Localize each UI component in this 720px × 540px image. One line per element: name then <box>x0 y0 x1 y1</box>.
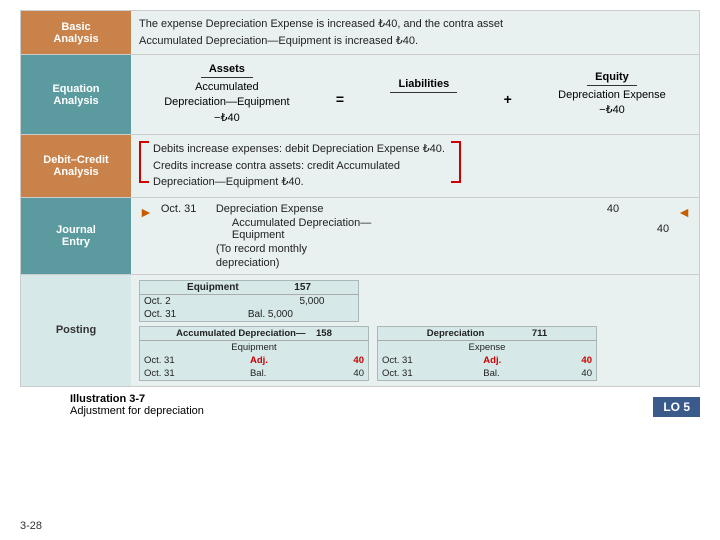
journal-credit-row: Accumulated Depreciation— Equipment 40 <box>157 216 673 242</box>
journal-note2: depreciation) <box>212 256 412 270</box>
equip-date-1: Oct. 2 <box>140 294 244 308</box>
journal-table: Oct. 31 Depreciation Expense 40 Accumula… <box>157 202 673 270</box>
right-arrow-icon: ◄ <box>677 204 691 220</box>
accum-dep-table: Accumulated Depreciation— 158 Equipment … <box>139 326 369 381</box>
journal-entry-label: Journal Entry <box>21 198 131 274</box>
debit-credit-content: Debits increase expenses: debit Deprecia… <box>131 135 699 197</box>
basic-analysis-content: The expense Depreciation Expense is incr… <box>131 11 699 54</box>
debit-credit-text: Debits increase expenses: debit Deprecia… <box>153 141 445 191</box>
dep-expense-table: Depreciation 711 Expense Oct. 31 Adj. <box>377 326 597 381</box>
accum-dep-subtitle: Equipment <box>140 340 369 354</box>
journal-entry-inner: ► Oct. 31 Depreciation Expense 40 Accumu… <box>139 202 691 270</box>
dep-exp-adj-label: Adj. <box>479 354 547 367</box>
accum-dep-adj-amt: 40 <box>317 354 369 367</box>
accum-dep-title: Accumulated Depreciation— 158 <box>140 326 369 340</box>
equation-analysis-label: Equation Analysis <box>21 55 131 134</box>
equipment-title: Equipment 157 <box>140 280 359 294</box>
journal-debit-row: Oct. 31 Depreciation Expense 40 <box>157 202 673 216</box>
dep-exp-adj-amt: 40 <box>547 354 597 367</box>
dep-expense-subtitle: Expense <box>378 340 597 354</box>
assets-section: Assets Accumulated Depreciation—Equipmen… <box>164 63 289 126</box>
posting-bottom-tables: Accumulated Depreciation— 158 Equipment … <box>139 326 691 381</box>
dep-exp-bal-label: Bal. <box>479 367 547 381</box>
journal-debit-account: Depreciation Expense <box>212 202 412 216</box>
accum-dep-date-2: Oct. 31 <box>140 367 246 381</box>
equip-date-2: Oct. 31 <box>140 308 244 322</box>
debit-credit-right-bracket <box>451 141 461 183</box>
journal-entry-content: ► Oct. 31 Depreciation Expense 40 Accumu… <box>131 198 699 274</box>
posting-equipment-container: Equipment 157 Oct. 2 5,000 <box>139 280 691 322</box>
accum-dep-row-2: Oct. 31 Bal. 40 <box>140 367 369 381</box>
equity-section: Equity Depreciation Expense −₺40 <box>558 71 666 119</box>
journal-credit-account: Accumulated Depreciation— Equipment <box>212 216 412 242</box>
equation-analysis-row: Equation Analysis Assets Accumulated Dep… <box>21 55 699 135</box>
journal-note-row: (To record monthly <box>157 242 673 256</box>
lo-badge: LO 5 <box>653 397 700 417</box>
posting-row: Posting Equipment 157 <box>21 275 699 386</box>
equation-row: Assets Accumulated Depreciation—Equipmen… <box>141 63 689 126</box>
page: Basic Analysis The expense Depreciation … <box>0 0 720 540</box>
journal-note2-row: depreciation) <box>157 256 673 270</box>
debit-credit-bracket <box>139 141 149 183</box>
debit-credit-inner: Debits increase expenses: debit Deprecia… <box>139 141 691 191</box>
journal-note: (To record monthly <box>212 242 412 256</box>
basic-analysis-text: The expense Depreciation Expense is incr… <box>139 16 691 49</box>
dep-exp-date-2: Oct. 31 <box>378 367 480 381</box>
footer: 3-28 Illustration 3-7 Adjustment for dep… <box>20 387 700 417</box>
accum-dep-row-1: Oct. 31 Adj. 40 <box>140 354 369 367</box>
liabilities-section: Liabilities <box>390 78 457 110</box>
main-content: Basic Analysis The expense Depreciation … <box>20 10 700 387</box>
dep-exp-bal-amt: 40 <box>547 367 597 381</box>
left-arrow-icon: ► <box>139 204 153 220</box>
equation-analysis-content: Assets Accumulated Depreciation—Equipmen… <box>131 55 699 134</box>
equipment-row-2: Oct. 31 Bal. 5,000 <box>140 308 359 322</box>
footer-description: Illustration 3-7 Adjustment for deprecia… <box>70 393 204 417</box>
plus-sign: + <box>504 91 512 107</box>
page-number: 3-28 <box>20 520 42 532</box>
accum-dep-bal-amt: 40 <box>317 367 369 381</box>
equip-amt-1: 5,000 <box>244 294 329 308</box>
posting-label: Posting <box>21 275 131 386</box>
journal-credit-amount: 40 <box>623 216 673 242</box>
equipment-table: Equipment 157 Oct. 2 5,000 <box>139 280 359 322</box>
basic-analysis-label: Basic Analysis <box>21 11 131 54</box>
equipment-row-1: Oct. 2 5,000 <box>140 294 359 308</box>
dep-expense-row-1: Oct. 31 Adj. 40 <box>378 354 597 367</box>
dep-expense-title: Depreciation 711 <box>378 326 597 340</box>
posting-content: Equipment 157 Oct. 2 5,000 <box>131 275 699 386</box>
basic-analysis-row: Basic Analysis The expense Depreciation … <box>21 11 699 55</box>
debit-credit-row: Debit–Credit Analysis Debits increase ex… <box>21 135 699 198</box>
equip-bal: Bal. 5,000 <box>244 308 359 322</box>
accum-dep-bal-label: Bal. <box>246 367 317 381</box>
journal-entry-row: Journal Entry ► Oct. 31 Depreciation Exp… <box>21 198 699 275</box>
journal-debit-amount: 40 <box>492 202 623 216</box>
equals-sign: = <box>336 91 344 107</box>
accum-dep-date-1: Oct. 31 <box>140 354 246 367</box>
dep-expense-row-2: Oct. 31 Bal. 40 <box>378 367 597 381</box>
journal-date: Oct. 31 <box>157 202 212 216</box>
dep-exp-date-1: Oct. 31 <box>378 354 480 367</box>
debit-credit-label: Debit–Credit Analysis <box>21 135 131 197</box>
accum-dep-adj-label: Adj. <box>246 354 317 367</box>
